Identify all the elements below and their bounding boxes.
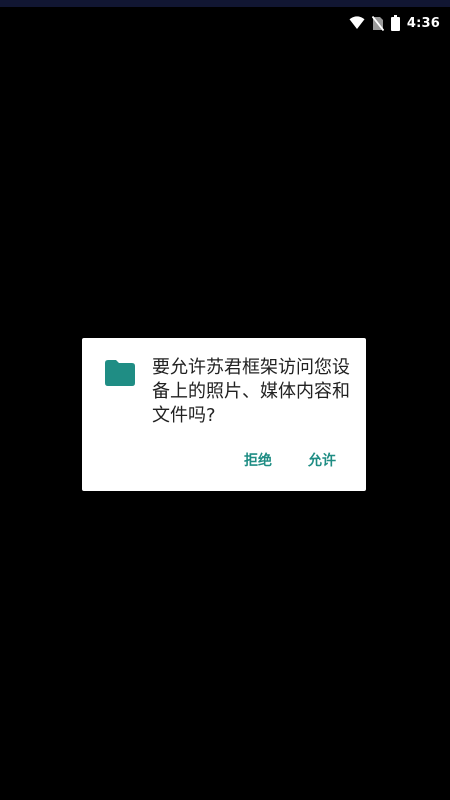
status-icons: 4:36 [349,12,440,34]
permission-dialog: 要允许苏君框架访问您设备上的照片、媒体内容和文件吗? 拒绝 允许 [82,338,366,491]
no-sim-icon [371,15,384,31]
status-bar: 4:36 [0,0,450,36]
folder-icon [105,360,135,386]
wifi-icon [349,16,365,30]
battery-icon [390,15,400,31]
deny-button[interactable]: 拒绝 [244,450,272,470]
dialog-message: 要允许苏君框架访问您设备上的照片、媒体内容和文件吗? [152,357,350,426]
status-time: 4:36 [406,15,440,31]
screen: 4:36 要允许苏君框架访问您设备上的照片、媒体内容和文件吗? 拒绝 允许 [0,0,450,800]
dialog-actions: 拒绝 允许 [244,450,336,470]
allow-button[interactable]: 允许 [308,450,336,470]
